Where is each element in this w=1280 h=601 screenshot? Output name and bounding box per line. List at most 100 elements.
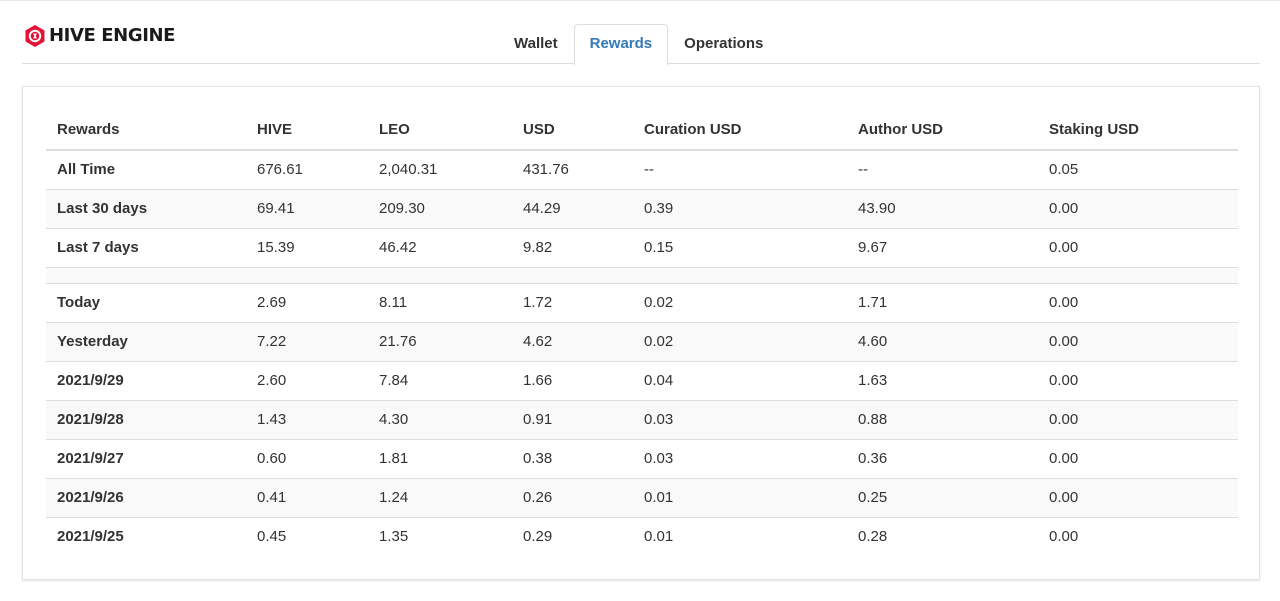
row-label: 2021/9/29 <box>46 360 246 400</box>
table-cell: 1.66 <box>512 360 633 400</box>
table-cell: 1.81 <box>368 438 512 478</box>
table-body: All Time 676.61 2,040.31 431.76 -- -- 0.05 Last… <box>46 149 1238 556</box>
table-cell: 431.76 <box>512 149 633 189</box>
column-header-staking-usd: Staking USD <box>1038 109 1238 151</box>
brand-logo[interactable]: HIVE ENGINE <box>23 22 175 50</box>
table-cell: 0.36 <box>847 438 1038 478</box>
row-label: 2021/9/25 <box>46 516 246 556</box>
table-row: 2021/9/27 0.60 1.81 0.38 0.03 0.36 0.00 <box>46 438 1238 478</box>
table-cell: 2.69 <box>246 282 368 322</box>
table-cell: 9.67 <box>847 227 1038 267</box>
tab-bar: Wallet Rewards Operations <box>498 24 779 65</box>
table-cell: 0.41 <box>246 477 368 517</box>
brand-name: HIVE ENGINE <box>49 25 176 46</box>
row-label: 2021/9/27 <box>46 438 246 478</box>
table-cell: 0.91 <box>512 399 633 439</box>
table-cell: 0.39 <box>633 188 847 228</box>
table-cell: 8.11 <box>368 282 512 322</box>
table-cell: 4.60 <box>847 321 1038 361</box>
table-cell: 9.82 <box>512 227 633 267</box>
tab-wallet[interactable]: Wallet <box>498 24 574 64</box>
table-cell: 0.00 <box>1038 477 1238 517</box>
table-cell: 0.05 <box>1038 149 1238 189</box>
table-cell: 21.76 <box>368 321 512 361</box>
tab-operations[interactable]: Operations <box>668 24 779 64</box>
row-label: 2021/9/26 <box>46 477 246 517</box>
column-header-usd: USD <box>512 109 633 151</box>
table-cell: 0.03 <box>633 399 847 439</box>
table-cell: 0.00 <box>1038 188 1238 228</box>
table-cell: 209.30 <box>368 188 512 228</box>
table-cell: 1.71 <box>847 282 1038 322</box>
table-spacer-row <box>46 266 1238 283</box>
table-cell: 0.04 <box>633 360 847 400</box>
rewards-panel: Rewards HIVE LEO USD Curation USD Author… <box>22 86 1260 580</box>
table-cell: 1.35 <box>368 516 512 556</box>
table-cell: 0.03 <box>633 438 847 478</box>
table-cell: 2,040.31 <box>368 149 512 189</box>
table-cell: 1.43 <box>246 399 368 439</box>
table-cell: -- <box>633 149 847 189</box>
table-cell: 0.00 <box>1038 282 1238 322</box>
table-cell: 46.42 <box>368 227 512 267</box>
table-cell: 0.00 <box>1038 516 1238 556</box>
table-header-row: Rewards HIVE LEO USD Curation USD Author… <box>46 109 1238 151</box>
table-cell: 0.00 <box>1038 321 1238 361</box>
row-label: All Time <box>46 149 246 189</box>
table-row: 2021/9/26 0.41 1.24 0.26 0.01 0.25 0.00 <box>46 477 1238 517</box>
table-row: Last 30 days 69.41 209.30 44.29 0.39 43.90 0.0… <box>46 188 1238 228</box>
table-cell: 4.62 <box>512 321 633 361</box>
table-cell: 0.15 <box>633 227 847 267</box>
column-header-hive: HIVE <box>246 109 368 151</box>
table-cell: 7.84 <box>368 360 512 400</box>
table-cell: 43.90 <box>847 188 1038 228</box>
table-row: 2021/9/28 1.43 4.30 0.91 0.03 0.88 0.00 <box>46 399 1238 439</box>
table-cell: 1.63 <box>847 360 1038 400</box>
table-row: Yesterday 7.22 21.76 4.62 0.02 4.60 0.00 <box>46 321 1238 361</box>
column-header-leo: LEO <box>368 109 512 151</box>
column-header-author-usd: Author USD <box>847 109 1038 151</box>
table-cell: 0.01 <box>633 477 847 517</box>
table-row: Today 2.69 8.11 1.72 0.02 1.71 0.00 <box>46 282 1238 322</box>
top-border <box>0 0 1280 1</box>
row-label: 2021/9/28 <box>46 399 246 439</box>
table-cell: -- <box>847 149 1038 189</box>
table-cell: 0.45 <box>246 516 368 556</box>
table-row: All Time 676.61 2,040.31 431.76 -- -- 0.05 <box>46 149 1238 189</box>
table-cell: 0.88 <box>847 399 1038 439</box>
table-cell: 69.41 <box>246 188 368 228</box>
row-label: Last 7 days <box>46 227 246 267</box>
table-cell: 0.00 <box>1038 438 1238 478</box>
table-cell: 2.60 <box>246 360 368 400</box>
table-cell: 0.01 <box>633 516 847 556</box>
table-cell: 0.00 <box>1038 227 1238 267</box>
column-header-rewards: Rewards <box>46 109 246 151</box>
row-label: Today <box>46 282 246 322</box>
table-cell: 0.60 <box>246 438 368 478</box>
rewards-table: Rewards HIVE LEO USD Curation USD Author… <box>46 109 1238 556</box>
table-cell: 0.38 <box>512 438 633 478</box>
row-label: Yesterday <box>46 321 246 361</box>
tab-rewards[interactable]: Rewards <box>573 24 669 65</box>
table-cell: 0.29 <box>512 516 633 556</box>
table-cell: 0.02 <box>633 282 847 322</box>
table-cell: 4.30 <box>368 399 512 439</box>
table-cell: 1.72 <box>512 282 633 322</box>
table-cell: 0.28 <box>847 516 1038 556</box>
table-cell: 44.29 <box>512 188 633 228</box>
column-header-curation-usd: Curation USD <box>633 109 847 151</box>
table-cell: 1.24 <box>368 477 512 517</box>
table-cell: 0.02 <box>633 321 847 361</box>
table-row: 2021/9/29 2.60 7.84 1.66 0.04 1.63 0.00 <box>46 360 1238 400</box>
table-cell: 0.26 <box>512 477 633 517</box>
table-cell: 0.00 <box>1038 399 1238 439</box>
table-cell: 15.39 <box>246 227 368 267</box>
table-cell: 7.22 <box>246 321 368 361</box>
row-label: Last 30 days <box>46 188 246 228</box>
table-row: 2021/9/25 0.45 1.35 0.29 0.01 0.28 0.00 <box>46 516 1238 556</box>
spacer-cell <box>46 266 1238 283</box>
table-cell: 0.25 <box>847 477 1038 517</box>
table-cell: 0.00 <box>1038 360 1238 400</box>
hive-engine-logo-icon <box>25 25 45 47</box>
table-row: Last 7 days 15.39 46.42 9.82 0.15 9.67 0.00 <box>46 227 1238 267</box>
